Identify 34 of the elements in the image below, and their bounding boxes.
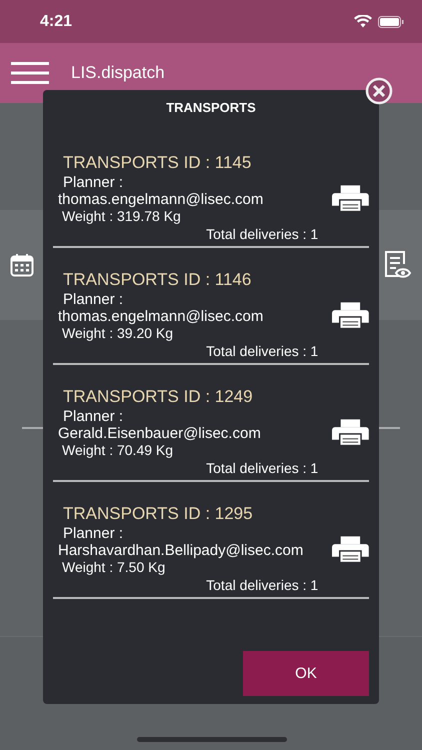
deliveries-count: Total deliveries : 1 [205, 460, 320, 476]
printer-icon[interactable] [332, 184, 369, 212]
planner-label: Planner : [62, 174, 124, 191]
document-view-icon[interactable] [382, 250, 412, 280]
printer-icon[interactable] [332, 418, 369, 446]
wifi-icon [354, 15, 372, 28]
dialog-title: TRANSPORTS [165, 100, 257, 115]
planner-label: Planner : [62, 408, 124, 425]
battery-icon [378, 16, 404, 28]
planner-email: Gerald.Eisenbauer@lisec.com [57, 425, 262, 442]
planner-email: thomas.engelmann@lisec.com [57, 308, 264, 325]
weight-text: Weight : 70.49 Kg [61, 442, 174, 458]
deliveries-count: Total deliveries : 1 [205, 343, 320, 359]
close-icon[interactable] [365, 77, 393, 105]
app-title: LIS.dispatch [71, 63, 165, 83]
ok-button[interactable]: OK [243, 651, 369, 696]
planner-email: Harshavardhan.Bellipady@lisec.com [57, 542, 304, 559]
printer-icon[interactable] [332, 300, 369, 328]
status-time: 4:21 [40, 12, 72, 30]
weight-text: Weight : 7.50 Kg [61, 559, 166, 575]
planner-label: Planner : [62, 525, 124, 542]
calendar-icon[interactable] [10, 253, 34, 277]
transport-id: TRANSPORTS ID : 1145 [62, 153, 252, 173]
planner-label: Planner : [62, 291, 124, 308]
weight-text: Weight : 319.78 Kg [61, 208, 182, 224]
transport-id: TRANSPORTS ID : 1146 [62, 270, 252, 290]
weight-text: Weight : 39.20 Kg [61, 325, 174, 341]
menu-icon[interactable] [11, 62, 49, 84]
planner-email: thomas.engelmann@lisec.com [57, 191, 264, 208]
deliveries-count: Total deliveries : 1 [205, 577, 320, 593]
transport-id: TRANSPORTS ID : 1295 [62, 504, 254, 524]
printer-icon[interactable] [332, 534, 369, 562]
deliveries-count: Total deliveries : 1 [205, 226, 320, 242]
transport-id: TRANSPORTS ID : 1249 [62, 387, 254, 407]
